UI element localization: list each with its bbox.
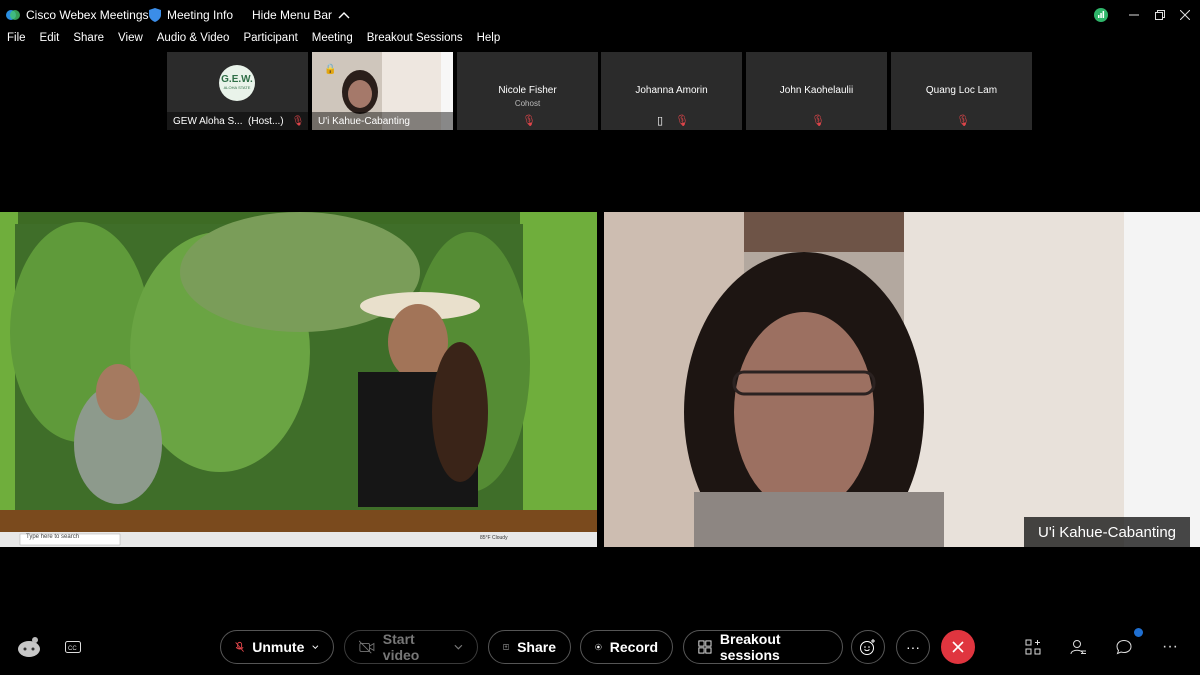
cc-icon: CC — [65, 641, 81, 653]
restore-icon — [1155, 10, 1165, 20]
menu-view[interactable]: View — [111, 30, 150, 50]
gew-logo: G.E.W. ALOHA STATE — [219, 65, 255, 101]
leave-meeting-button[interactable] — [941, 630, 975, 664]
webex-assistant-button[interactable] — [12, 630, 46, 664]
mic-muted-icon: 🎙 — [956, 115, 970, 127]
participant-tile-video[interactable]: 🔒 U'i Kahue-Cabanting — [312, 52, 453, 130]
chat-notification-badge — [1134, 628, 1143, 637]
record-button[interactable]: Record — [580, 630, 673, 664]
apps-icon — [1025, 639, 1041, 655]
more-dots-icon: ··· — [1162, 638, 1178, 655]
shield-icon — [149, 8, 161, 22]
close-icon — [952, 641, 964, 653]
share-icon — [503, 644, 510, 650]
shared-screen-content — [0, 212, 597, 547]
breakout-sessions-button[interactable]: Breakout sessions — [683, 630, 843, 664]
app-title: Cisco Webex Meetings — [6, 0, 149, 30]
menu-breakout-sessions[interactable]: Breakout Sessions — [360, 30, 470, 50]
taskbar-search[interactable]: Type here to search — [26, 534, 79, 540]
participant-label: U'i Kahue-Cabanting — [312, 112, 453, 130]
meeting-info-button[interactable]: Meeting Info — [149, 0, 233, 30]
more-dots-icon: ··· — [906, 639, 920, 655]
svg-text:CC: CC — [68, 646, 77, 652]
menu-file[interactable]: File — [0, 30, 33, 50]
record-icon — [595, 643, 602, 651]
shared-screen-view[interactable]: Type here to search 85°F Cloudy — [0, 212, 597, 547]
menu-audio-video[interactable]: Audio & Video — [150, 30, 237, 50]
active-speaker-video[interactable]: U'i Kahue-Cabanting — [604, 212, 1200, 547]
speaker-video-frame — [604, 212, 1200, 547]
minimize-icon — [1129, 14, 1139, 16]
start-video-button[interactable]: Start video — [344, 630, 478, 664]
mic-muted-icon: 🎙 — [522, 115, 536, 127]
breakout-icon — [698, 640, 712, 654]
camera-off-icon — [359, 640, 375, 654]
participant-tile-john-kaohelaulii[interactable]: John Kaohelaulii 🎙 — [746, 52, 887, 130]
menu-meeting[interactable]: Meeting — [305, 30, 360, 50]
participant-tile-johanna-amorin[interactable]: Johanna Amorin ▯ 🎙 — [601, 52, 742, 130]
chat-icon — [1116, 639, 1132, 655]
mic-muted-icon: 🎙 — [675, 115, 689, 127]
participant-tile-host[interactable]: G.E.W. ALOHA STATE GEW Aloha S... (Host.… — [167, 52, 308, 130]
participant-tile-quang-loc-lam[interactable]: Quang Loc Lam 🎙 — [891, 52, 1032, 130]
participant-tile-nicole-fisher[interactable]: Nicole Fisher Cohost 🎙 — [457, 52, 598, 130]
menu-share[interactable]: Share — [66, 30, 111, 50]
taskbar-weather: 85°F Cloudy — [480, 535, 508, 541]
reactions-button[interactable] — [851, 630, 885, 664]
assistant-icon — [18, 637, 40, 657]
closed-captions-button[interactable]: CC — [56, 630, 90, 664]
menu-bar: File Edit Share View Audio & Video Parti… — [0, 30, 1200, 50]
phone-icon: ▯ — [657, 115, 664, 127]
chevron-down-icon[interactable] — [454, 644, 463, 650]
network-status-icon[interactable] — [1086, 0, 1116, 30]
webex-logo-icon — [6, 10, 20, 20]
speaker-name-caption: U'i Kahue-Cabanting — [1024, 517, 1190, 547]
menu-help[interactable]: Help — [470, 30, 508, 50]
control-bar: CC Unmute Start video Share Record Break… — [0, 620, 1200, 675]
smiley-add-icon — [860, 639, 875, 655]
more-options-button[interactable]: ··· — [896, 630, 930, 664]
chevron-down-icon[interactable] — [312, 644, 319, 650]
more-panels-button[interactable]: ··· — [1153, 630, 1187, 664]
share-button[interactable]: Share — [488, 630, 571, 664]
chevron-up-icon — [338, 12, 350, 19]
lock-icon: 🔒 — [324, 64, 337, 75]
participants-button[interactable] — [1061, 630, 1095, 664]
unmute-button[interactable]: Unmute — [220, 630, 334, 664]
mic-muted-icon: 🎙 — [811, 115, 825, 127]
participant-label: GEW Aloha S... (Host...) 🎙 — [167, 112, 308, 130]
mic-muted-icon: 🎙 — [291, 115, 305, 127]
close-icon — [1180, 10, 1190, 20]
apps-button[interactable] — [1016, 630, 1050, 664]
mic-muted-icon — [235, 641, 244, 652]
title-bar: Cisco Webex Meetings Meeting Info Hide M… — [0, 0, 1200, 30]
menu-participant[interactable]: Participant — [236, 30, 304, 50]
close-button[interactable] — [1170, 0, 1200, 30]
menu-edit[interactable]: Edit — [33, 30, 67, 50]
hide-menu-bar-button[interactable]: Hide Menu Bar — [252, 0, 350, 30]
participants-icon — [1070, 640, 1086, 655]
